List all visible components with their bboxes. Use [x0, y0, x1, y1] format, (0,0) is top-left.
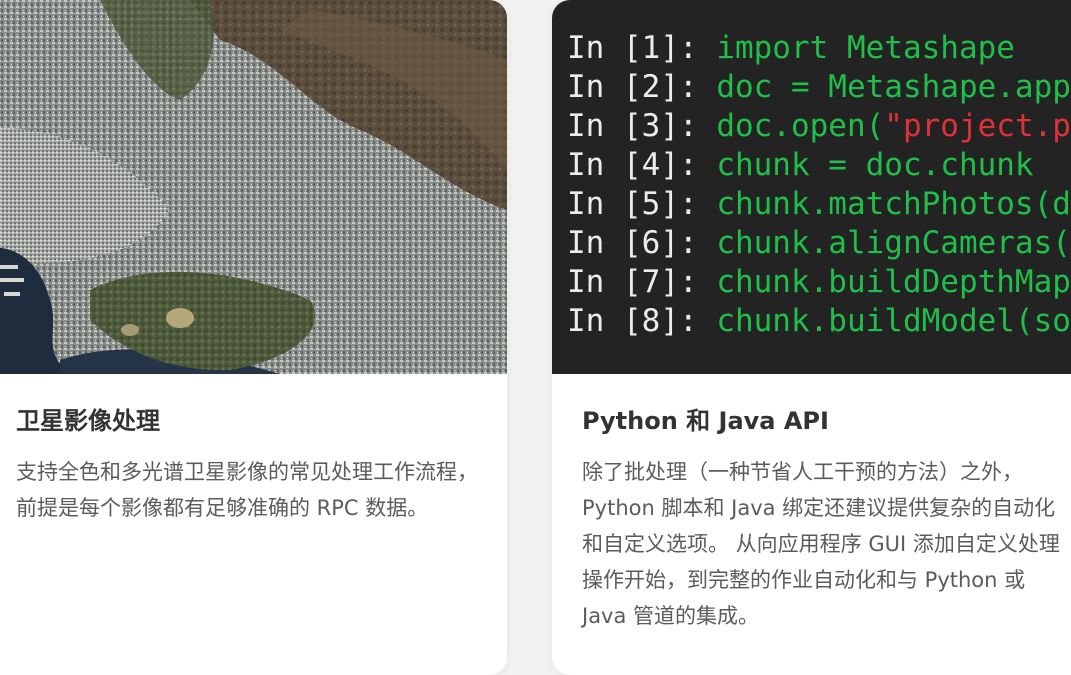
code-text: doc = Metashape.app.document	[716, 69, 1071, 105]
code-text: import Metashape	[716, 30, 1015, 66]
card-title: Python 和 Java API	[582, 407, 829, 435]
card-description: 除了批处理（一种节省人工干预的方法）之外，Python 脚本和 Java 绑定还…	[582, 460, 1060, 628]
satellite-image	[0, 0, 507, 374]
code-prompt: In [5]:	[567, 186, 717, 222]
code-prompt: In [6]:	[567, 225, 717, 261]
code-line: In [1]: import Metashape	[567, 29, 1015, 68]
code-prompt: In [1]:	[567, 30, 717, 66]
code-prompt: In [2]:	[567, 69, 717, 105]
code-line: In [5]: chunk.matchPhotos(downscale=1)	[567, 185, 1071, 224]
code-prompt: In [3]:	[567, 108, 717, 144]
code-text: chunk.buildDepthMaps()	[716, 264, 1071, 300]
card-description: 支持全色和多光谱卫星影像的常见处理工作流程，前提是每个影像都有足够准确的 RPC…	[16, 460, 478, 520]
card-python-java-api: In [1]: import Metashape In [2]: doc = M…	[552, 0, 1071, 675]
code-text: chunk = doc.chunk	[716, 147, 1034, 183]
card-title: 卫星影像处理	[16, 407, 160, 435]
code-line: In [2]: doc = Metashape.app.document	[567, 68, 1071, 107]
code-prompt: In [8]:	[567, 303, 717, 339]
code-line: In [3]: doc.open("project.psx")	[567, 107, 1071, 146]
code-prompt: In [7]:	[567, 264, 717, 300]
satellite-image-graphic	[0, 0, 507, 374]
code-text: chunk.buildModel(source_data)	[716, 303, 1071, 339]
code-line: In [4]: chunk = doc.chunk	[567, 146, 1034, 185]
code-text: doc.open(	[716, 108, 885, 144]
code-text: chunk.alignCameras()	[716, 225, 1071, 261]
code-line: In [7]: chunk.buildDepthMaps()	[567, 263, 1071, 302]
card-satellite-processing: 卫星影像处理 支持全色和多光谱卫星影像的常见处理工作流程，前提是每个影像都有足够…	[0, 0, 507, 675]
code-string: "project.psx"	[884, 108, 1071, 144]
code-line: In [8]: chunk.buildModel(source_data)	[567, 302, 1071, 341]
code-terminal: In [1]: import Metashape In [2]: doc = M…	[552, 0, 1071, 374]
code-text: chunk.matchPhotos(downscale=1)	[716, 186, 1071, 222]
code-prompt: In [4]:	[567, 147, 717, 183]
code-line: In [6]: chunk.alignCameras()	[567, 224, 1071, 263]
